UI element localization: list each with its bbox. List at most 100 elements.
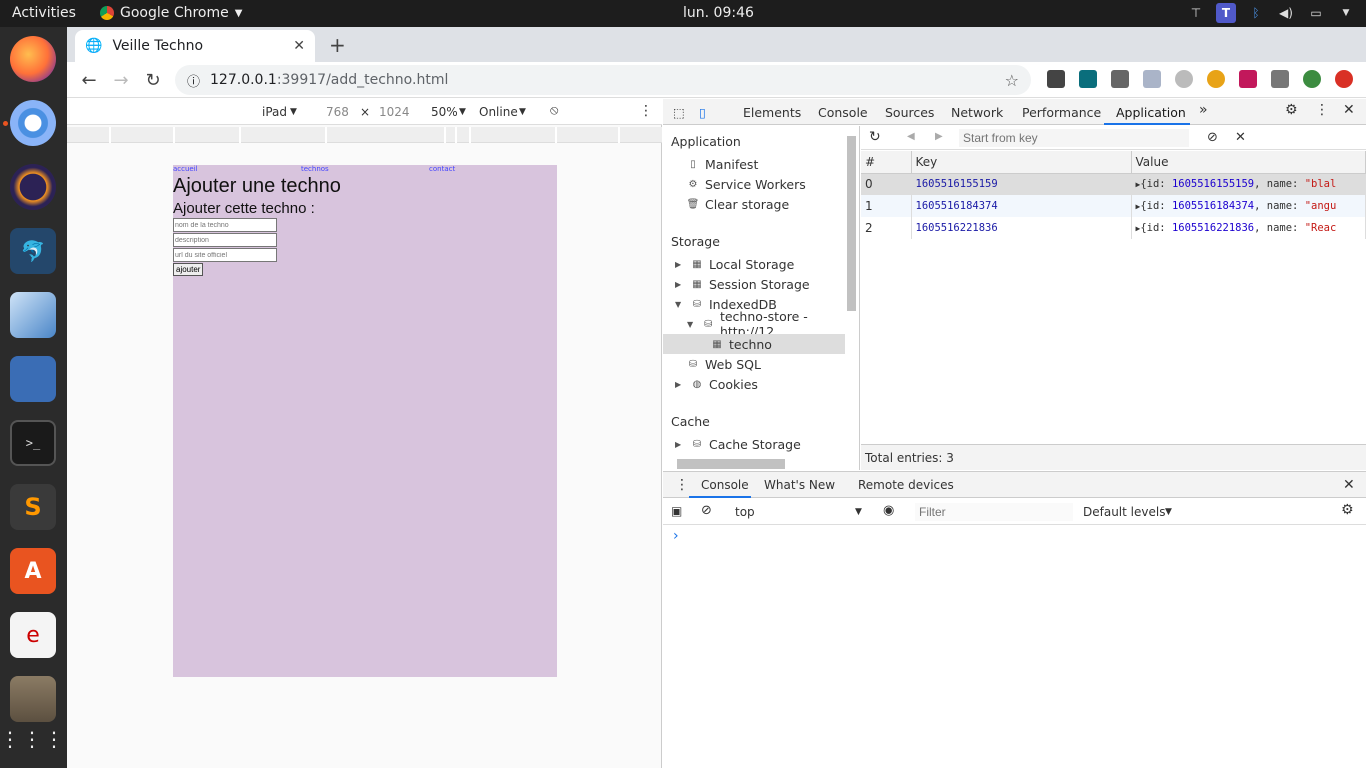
nav-link-contact[interactable]: contact — [429, 165, 557, 173]
tab-sources[interactable]: Sources — [885, 105, 934, 120]
software-center-icon[interactable]: A — [10, 548, 56, 594]
collapse-arrow-icon[interactable]: ▼ — [687, 320, 697, 329]
file-cabinet-icon[interactable] — [10, 356, 56, 402]
kebab-menu-icon[interactable]: ⋮ — [1315, 102, 1329, 118]
expand-arrow-icon[interactable]: ▶ — [675, 440, 685, 449]
tab-performance[interactable]: Performance — [1022, 105, 1101, 120]
sidebar-toggle-icon[interactable]: ▣ — [671, 504, 682, 518]
column-header-value[interactable]: Value — [1131, 151, 1366, 174]
show-applications-icon[interactable]: ⋮⋮⋮ — [0, 716, 64, 762]
sidebar-item-techno[interactable]: ▦ techno — [663, 334, 845, 354]
tab-console[interactable]: Console — [818, 105, 868, 120]
techno-name-input[interactable] — [173, 218, 277, 232]
sidebar-item-techno-store[interactable]: ▼ ⛁ techno-store - http://12 — [687, 309, 859, 339]
next-page-icon[interactable]: ▶ — [935, 131, 943, 142]
close-tab-icon[interactable]: ✕ — [293, 38, 305, 54]
expand-arrow-icon[interactable]: ▶ — [675, 280, 685, 289]
forward-button[interactable]: → — [109, 68, 133, 92]
sidebar-item-manifest[interactable]: ▯ Manifest — [687, 154, 758, 174]
extension-badge-icon[interactable] — [1239, 70, 1257, 88]
sidebar-item-cache-storage[interactable]: ▶ ⛁ Cache Storage — [675, 434, 801, 454]
width-field[interactable]: 768 — [326, 105, 349, 119]
clock[interactable]: lun. 09:46 — [683, 5, 754, 21]
clear-store-icon[interactable]: ⊘ — [1207, 130, 1218, 145]
column-header-index[interactable]: # — [861, 151, 912, 174]
extension-download-icon[interactable] — [1143, 70, 1161, 88]
more-tabs-button[interactable]: » — [1199, 102, 1208, 118]
sidebar-item-cookies[interactable]: ▶ ◍ Cookies — [675, 374, 758, 394]
back-button[interactable]: ← — [77, 68, 101, 92]
log-levels-select[interactable]: Default levels — [1083, 505, 1165, 519]
drawer-tab-remote-devices[interactable]: Remote devices — [858, 478, 954, 492]
close-drawer-icon[interactable]: ✕ — [1343, 477, 1355, 493]
expand-arrow-icon[interactable]: ▶ — [1136, 202, 1141, 211]
expand-arrow-icon[interactable]: ▶ — [675, 380, 685, 389]
sidebar-item-service-workers[interactable]: ⚙ Service Workers — [687, 174, 806, 194]
row-value[interactable]: ▶{id: 1605516221836, name: "Reac — [1131, 217, 1366, 239]
drawer-tab-console[interactable]: Console — [701, 478, 749, 492]
add-button[interactable]: ajouter — [173, 263, 204, 276]
sidebar-item-web-sql[interactable]: ⛁ Web SQL — [687, 354, 761, 374]
teams-icon[interactable]: T — [1216, 3, 1236, 23]
sidebar-horizontal-scrollbar[interactable] — [677, 459, 785, 469]
mysql-workbench-icon[interactable]: 🐬 — [10, 228, 56, 274]
device-toggle-icon[interactable]: ▯ — [699, 105, 706, 120]
reload-button[interactable]: ↻ — [141, 68, 165, 92]
app-menu[interactable]: Google Chrome ▼ — [100, 5, 242, 21]
collapse-arrow-icon[interactable]: ▼ — [675, 300, 685, 309]
info-icon[interactable]: ⓘ — [187, 71, 200, 90]
column-header-key[interactable]: Key — [911, 151, 1132, 174]
table-row[interactable]: 0 1605516155159 ▶{id: 1605516155159, nam… — [861, 173, 1366, 195]
expand-arrow-icon[interactable]: ▶ — [1136, 180, 1141, 189]
rotate-icon[interactable]: ⦸ — [550, 103, 558, 118]
bookmark-star-icon[interactable]: ☆ — [1005, 71, 1019, 90]
text-editor-icon[interactable]: e — [10, 612, 56, 658]
inspect-icon[interactable]: ⬚ — [673, 105, 685, 120]
power-menu-icon[interactable]: ▼ — [1336, 3, 1356, 23]
console-settings-gear-icon[interactable]: ⚙ — [1341, 502, 1354, 518]
context-select[interactable]: top — [735, 505, 755, 519]
eclipse-icon[interactable] — [10, 164, 56, 210]
console-prompt[interactable]: › — [673, 528, 679, 544]
extension-globe-icon[interactable] — [1175, 70, 1193, 88]
refresh-icon[interactable]: ↻ — [869, 129, 881, 145]
browser-tab[interactable]: 🌐 Veille Techno ✕ — [75, 30, 315, 62]
system-tray[interactable]: ⊤ T ᛒ ◀) ▭ ▼ — [1186, 3, 1356, 23]
profile-avatar[interactable] — [1303, 70, 1321, 88]
official-url-input[interactable] — [173, 248, 277, 262]
more-options-icon[interactable]: ⋮ — [639, 103, 653, 119]
tab-elements[interactable]: Elements — [743, 105, 801, 120]
firefox-icon[interactable] — [10, 36, 56, 82]
drawer-tab-whats-new[interactable]: What's New — [764, 478, 835, 492]
live-expression-eye-icon[interactable]: ◉ — [883, 503, 894, 518]
settings-gear-icon[interactable]: ⚙ — [1285, 102, 1298, 118]
device-select[interactable]: iPad — [262, 105, 287, 119]
description-input[interactable] — [173, 233, 277, 247]
sidebar-item-clear-storage[interactable]: 🗑 Clear storage — [687, 194, 790, 214]
activities-button[interactable]: Activities — [12, 5, 76, 21]
nav-link-accueil[interactable]: accueil — [173, 165, 301, 173]
extension-facebook-icon[interactable] — [1111, 70, 1129, 88]
media-query-ruler[interactable] — [67, 127, 662, 143]
table-row[interactable]: 2 1605516221836 ▶{id: 1605516221836, nam… — [861, 217, 1366, 239]
extension-eye-icon[interactable] — [1079, 70, 1097, 88]
expand-arrow-icon[interactable]: ▶ — [675, 260, 685, 269]
volume-icon[interactable]: ◀) — [1276, 3, 1296, 23]
new-tab-button[interactable]: + — [329, 33, 346, 57]
close-devtools-icon[interactable]: ✕ — [1343, 102, 1355, 118]
delete-selected-icon[interactable]: ✕ — [1235, 130, 1246, 145]
tab-network[interactable]: Network — [951, 105, 1003, 120]
virtualbox-icon[interactable] — [10, 292, 56, 338]
zoom-select[interactable]: 50% — [431, 105, 458, 119]
height-field[interactable]: 1024 — [379, 105, 410, 119]
bluetooth-icon[interactable]: ᛒ — [1246, 3, 1266, 23]
network-select[interactable]: Online — [479, 105, 518, 119]
expand-arrow-icon[interactable]: ▶ — [1136, 224, 1141, 233]
nav-link-technos[interactable]: technos — [301, 165, 429, 173]
chromium-icon[interactable] — [10, 100, 56, 146]
update-icon[interactable] — [1335, 70, 1353, 88]
clear-console-icon[interactable]: ⊘ — [701, 503, 712, 518]
sublime-text-icon[interactable]: S — [10, 484, 56, 530]
table-row[interactable]: 1 1605516184374 ▶{id: 1605516184374, nam… — [861, 195, 1366, 217]
address-bar[interactable]: ⓘ 127.0.0.1:39917/add_techno.html ☆ — [175, 65, 1031, 95]
